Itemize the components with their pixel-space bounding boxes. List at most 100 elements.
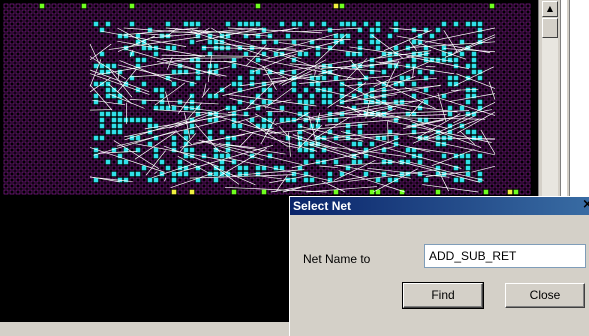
logic-cell [274, 148, 278, 152]
logic-cell [520, 4, 524, 8]
logic-cell [328, 58, 332, 62]
logic-cell [40, 142, 44, 146]
logic-cell [292, 34, 296, 38]
logic-cell [202, 136, 206, 140]
logic-cell [184, 4, 188, 8]
logic-cell [472, 100, 476, 104]
logic-cell [34, 34, 38, 38]
logic-cell [172, 160, 176, 164]
dialog-titlebar[interactable]: Select Net [290, 197, 589, 215]
logic-cell [520, 172, 524, 176]
logic-cell [322, 100, 326, 104]
logic-cell [112, 172, 116, 176]
logic-cell [226, 22, 230, 26]
logic-cell [292, 10, 296, 14]
logic-cell [232, 130, 236, 134]
logic-cell [4, 52, 8, 56]
logic-cell [154, 88, 158, 92]
logic-cell [118, 10, 122, 14]
logic-cell [466, 70, 470, 74]
logic-cell [28, 16, 32, 20]
logic-cell [58, 10, 62, 14]
net-name-input[interactable] [424, 244, 586, 268]
logic-cell [352, 160, 356, 164]
logic-cell [100, 34, 104, 38]
logic-cell [88, 178, 92, 182]
scroll-thumb[interactable] [542, 18, 558, 38]
logic-cell [22, 160, 26, 164]
logic-cell [34, 52, 38, 56]
scroll-up-button[interactable]: ▲ [542, 1, 558, 17]
logic-cell [64, 94, 68, 98]
logic-cell [28, 124, 32, 128]
logic-cell [490, 70, 494, 74]
logic-cell [454, 10, 458, 14]
logic-cell [406, 130, 410, 134]
logic-cell [382, 124, 386, 128]
logic-cell [160, 190, 164, 194]
logic-cell [154, 154, 158, 158]
logic-cell [166, 82, 170, 86]
logic-cell [442, 190, 446, 194]
logic-cell [70, 40, 74, 44]
close-icon[interactable]: × [582, 197, 589, 212]
logic-cell [310, 88, 314, 92]
logic-cell [28, 10, 32, 14]
logic-cell [46, 82, 50, 86]
logic-cell [466, 10, 470, 14]
logic-cell [442, 34, 446, 38]
logic-cell [10, 106, 14, 110]
logic-cell [226, 16, 230, 20]
logic-cell [82, 52, 86, 56]
logic-cell [130, 184, 134, 188]
logic-cell [40, 124, 44, 128]
logic-cell [58, 88, 62, 92]
logic-cell [418, 70, 422, 74]
logic-cell [118, 112, 122, 116]
close-button[interactable]: Close [505, 283, 585, 308]
logic-cell [430, 142, 434, 146]
logic-cell [166, 88, 170, 92]
logic-cell [472, 16, 476, 20]
logic-cell [514, 52, 518, 56]
logic-cell [358, 130, 362, 134]
logic-cell [280, 148, 284, 152]
logic-cell [124, 40, 128, 44]
find-button[interactable]: Find [403, 283, 483, 308]
logic-cell [358, 34, 362, 38]
logic-cell [178, 94, 182, 98]
logic-cell [340, 184, 344, 188]
logic-cell [238, 124, 242, 128]
logic-cell [526, 100, 530, 104]
logic-cell [460, 28, 464, 32]
logic-cell [220, 76, 224, 80]
logic-cell [58, 70, 62, 74]
logic-cell [490, 46, 494, 50]
logic-cell [520, 160, 524, 164]
logic-cell [388, 10, 392, 14]
logic-cell [28, 64, 32, 68]
logic-cell [502, 58, 506, 62]
logic-cell [514, 160, 518, 164]
logic-cell [526, 16, 530, 20]
logic-cell [16, 190, 20, 194]
logic-cell [34, 178, 38, 182]
logic-cell [76, 52, 80, 56]
logic-cell [424, 82, 428, 86]
logic-cell [196, 22, 200, 26]
logic-cell [58, 136, 62, 140]
logic-cell [514, 82, 518, 86]
logic-cell [172, 166, 176, 170]
logic-cell [190, 184, 194, 188]
logic-cell [508, 178, 512, 182]
logic-cell [82, 124, 86, 128]
logic-cell [148, 124, 152, 128]
logic-cell [88, 112, 92, 116]
logic-cell [34, 124, 38, 128]
logic-cell [424, 154, 428, 158]
logic-cell [106, 82, 110, 86]
logic-cell [160, 16, 164, 20]
logic-cell [280, 160, 284, 164]
logic-cell [148, 16, 152, 20]
logic-cell [358, 118, 362, 122]
